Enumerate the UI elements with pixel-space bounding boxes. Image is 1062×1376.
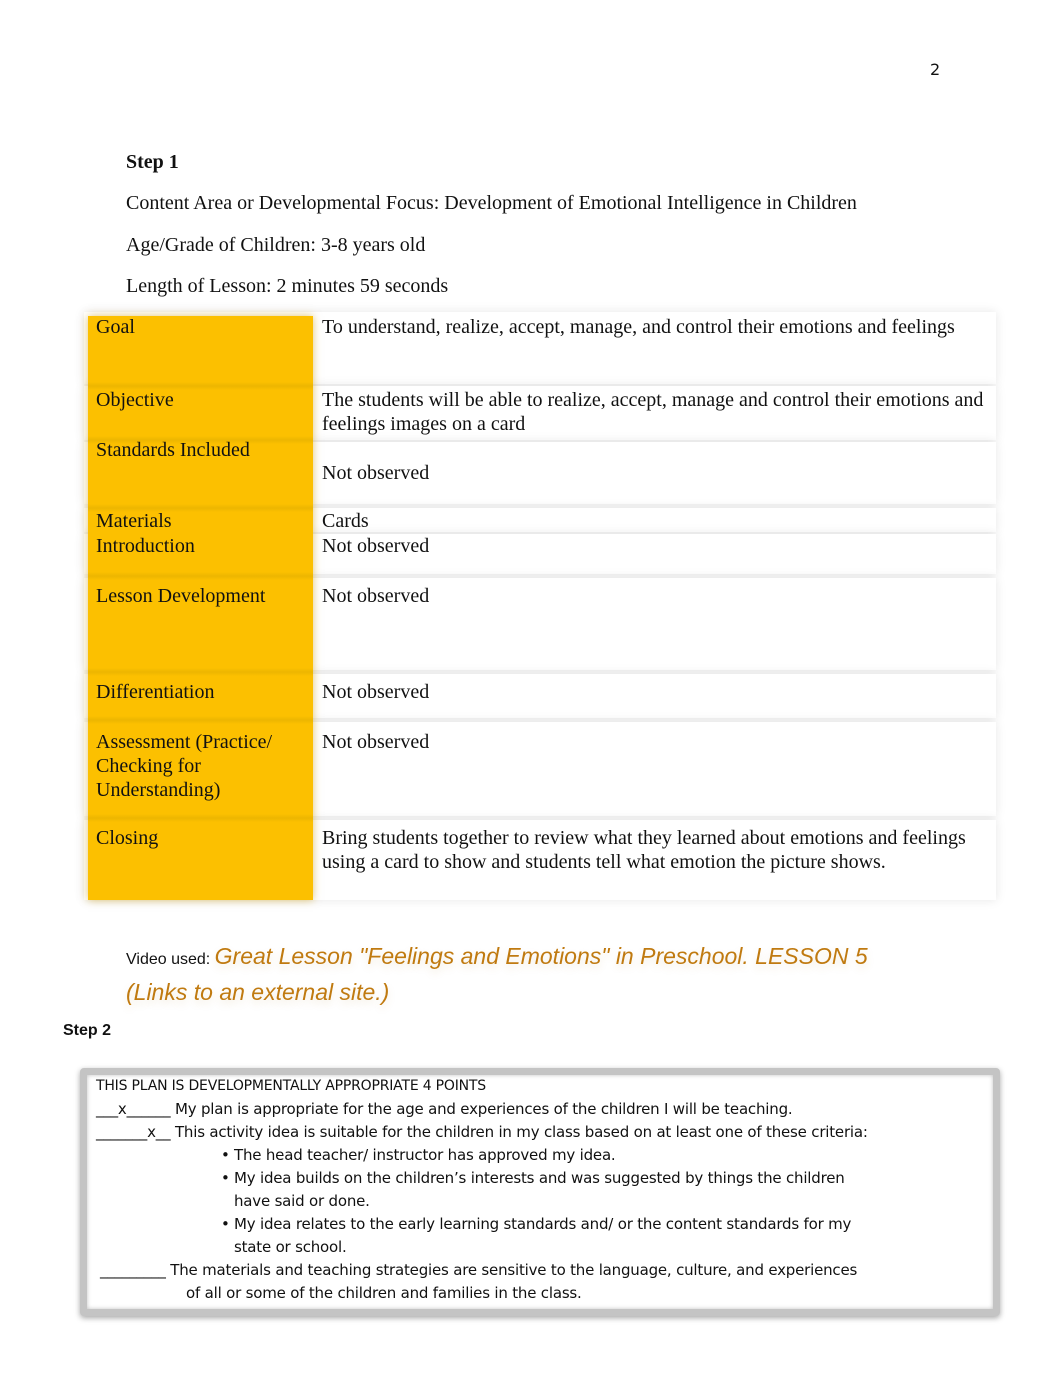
developmental-checklist-box: THIS PLAN IS DEVELOPMENTALLY APPROPRIATE… — [80, 1068, 1000, 1316]
checklist-item: _______x__ This activity idea is suitabl… — [96, 1121, 868, 1144]
checklist-mark[interactable]: ___x______ — [96, 1100, 171, 1118]
step1-heading: Step 1 — [126, 151, 179, 173]
row-value-lesson-development: Not observed — [322, 585, 430, 607]
row-label-goal: Goal — [96, 316, 135, 338]
row-value-objective: The students will be able to realize, ac… — [322, 389, 984, 435]
bullet-icon: • — [221, 1169, 230, 1187]
row-divider — [88, 572, 313, 580]
row-value-introduction: Not observed — [322, 535, 430, 557]
checklist-item: _________ The materials and teaching str… — [100, 1259, 920, 1305]
criteria-bullet: • My idea relates to the early learning s… — [221, 1213, 901, 1259]
row-value-materials: Cards — [322, 510, 369, 532]
bullet-icon: • — [221, 1215, 230, 1233]
bullet-text: My idea builds on the children’s interes… — [234, 1169, 845, 1187]
checklist-item-text: My plan is appropriate for the age and e… — [170, 1100, 793, 1118]
row-label-lesson-development: Lesson Development — [96, 585, 266, 607]
checklist-item-text: This activity idea is suitable for the c… — [170, 1123, 868, 1141]
age-grade-line: Age/Grade of Children: 3-8 years old — [126, 234, 426, 256]
row-value-goal: To understand, realize, accept, manage, … — [322, 316, 955, 338]
checklist-mark[interactable]: _________ — [100, 1261, 166, 1279]
row-label-differentiation: Differentiation — [96, 681, 215, 703]
checklist-item-continued: of all or some of the children and famil… — [186, 1284, 582, 1302]
video-link[interactable]: Great Lesson "Feelings and Emotions" in … — [126, 943, 868, 1005]
row-value-differentiation: Not observed — [322, 681, 430, 703]
video-label: Video used: — [126, 951, 215, 968]
checklist-mark[interactable]: _______x__ — [96, 1123, 171, 1141]
row-label-introduction: Introduction — [96, 535, 195, 557]
video-reference: Video used: Great Lesson "Feelings and E… — [126, 940, 926, 1012]
bullet-icon: • — [221, 1146, 230, 1164]
bullet-text: The head teacher/ instructor has approve… — [234, 1146, 616, 1164]
row-label-standards: Standards Included — [96, 439, 250, 461]
row-value-closing: Bring students together to review what t… — [322, 827, 966, 873]
criteria-bullet: • My idea builds on the children’s intere… — [221, 1167, 901, 1213]
row-value-assessment: Not observed — [322, 731, 430, 753]
row-divider — [88, 814, 313, 822]
row-divider — [88, 668, 313, 676]
bullet-text-continued: state or school. — [234, 1238, 347, 1256]
row-label-objective: Objective — [96, 389, 174, 411]
row-label-materials: Materials — [96, 510, 172, 532]
page-number: 2 — [930, 60, 941, 79]
row-label-closing: Closing — [96, 827, 159, 849]
bullet-text: My idea relates to the early learning st… — [234, 1215, 852, 1233]
lesson-length-line: Length of Lesson: 2 minutes 59 seconds — [126, 275, 449, 297]
checklist-item-text: The materials and teaching strategies ar… — [165, 1261, 858, 1279]
checklist-heading: THIS PLAN IS DEVELOPMENTALLY APPROPRIATE… — [96, 1078, 486, 1094]
bullet-text-continued: have said or done. — [234, 1192, 370, 1210]
row-divider — [88, 716, 313, 724]
row-label-assessment: Assessment (Practice/ Checking for Under… — [96, 731, 273, 801]
criteria-bullet: • The head teacher/ instructor has approv… — [221, 1144, 901, 1167]
checklist-item: ___x______ My plan is appropriate for th… — [96, 1098, 793, 1121]
lesson-plan-table: Goal To understand, realize, accept, man… — [84, 312, 996, 902]
row-value-standards: Not observed — [322, 462, 430, 484]
step2-heading: Step 2 — [63, 1022, 112, 1039]
content-area-line: Content Area or Developmental Focus: Dev… — [126, 192, 857, 214]
